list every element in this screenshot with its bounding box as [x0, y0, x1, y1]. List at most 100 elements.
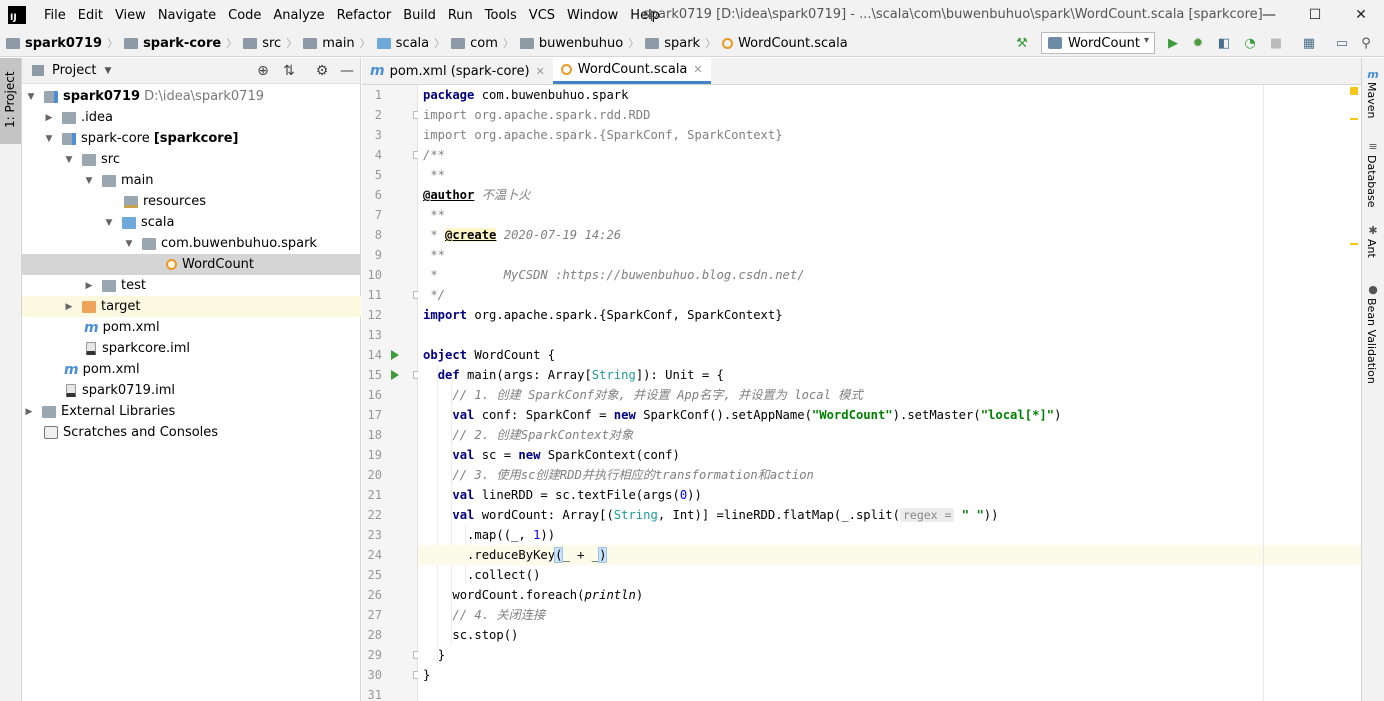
coverage-icon[interactable]: ◧: [1215, 34, 1233, 52]
database-tool-tab[interactable]: Database: [1365, 155, 1378, 208]
tab-pom-xml[interactable]: m pom.xml (spark-core) ✕: [362, 58, 553, 84]
menu-code[interactable]: Code: [222, 8, 267, 23]
bean-validation-icon: ●: [1368, 283, 1378, 296]
close-window-button[interactable]: ✕: [1338, 0, 1384, 30]
search-icon[interactable]: ⚲: [1357, 34, 1375, 52]
line-number: 25: [367, 568, 382, 582]
line-number: 1: [374, 88, 382, 102]
crumb-file[interactable]: WordCount.scala: [716, 36, 848, 51]
project-panel-title[interactable]: Project: [52, 63, 96, 78]
tree-item-scala[interactable]: ▼ scala: [22, 212, 361, 233]
crumb-spark[interactable]: spark 〉: [639, 35, 716, 51]
code-line: val lineRDD = sc.textFile(args(0)): [452, 488, 702, 502]
menu-build[interactable]: Build: [397, 8, 442, 23]
chevron-right-icon[interactable]: ▶: [44, 113, 54, 123]
crumb-project[interactable]: spark0719 〉: [0, 35, 118, 51]
crumb-scala[interactable]: scala 〉: [371, 35, 445, 51]
crumb-src[interactable]: src 〉: [237, 35, 297, 51]
database-icon: ≡: [1368, 140, 1378, 153]
code-line: val sc = new SparkContext(conf): [452, 448, 680, 462]
maximize-button[interactable]: ☐: [1292, 0, 1338, 30]
chevron-right-icon[interactable]: ▶: [24, 407, 34, 417]
tab-wordcount-scala[interactable]: WordCount.scala ✕: [552, 58, 711, 84]
tree-item-sparkcore-iml[interactable]: sparkcore.iml: [22, 338, 361, 359]
line-number: 19: [367, 448, 382, 462]
tree-item-package[interactable]: ▼ com.buwenbuhuo.spark: [22, 233, 361, 254]
menu-refactor[interactable]: Refactor: [331, 8, 398, 23]
crumb-module[interactable]: spark-core 〉: [118, 35, 237, 51]
line-number: 23: [367, 528, 382, 542]
chevron-down-icon[interactable]: ▼: [104, 66, 111, 76]
close-icon[interactable]: ✕: [693, 63, 702, 76]
chevron-down-icon[interactable]: ▼: [26, 92, 36, 102]
crumb-com[interactable]: com 〉: [445, 35, 514, 51]
folder-icon: [303, 37, 318, 49]
chevron-down-icon[interactable]: ▼: [44, 134, 54, 144]
chevron-down-icon[interactable]: ▼: [64, 155, 74, 165]
tree-item-wordcount[interactable]: WordCount: [22, 254, 361, 275]
error-stripe-mark[interactable]: [1350, 243, 1358, 245]
window-title: spark0719 [D:\idea\spark0719] - ...\scal…: [643, 7, 1263, 22]
build-hammer-icon[interactable]: ⚒: [1013, 34, 1031, 52]
maven-tool-tab[interactable]: Maven: [1365, 82, 1378, 118]
tree-item-spark-core[interactable]: ▼ spark-core [sparkcore]: [22, 128, 361, 149]
menu-file[interactable]: File: [38, 8, 72, 23]
stop-icon[interactable]: ■: [1267, 34, 1285, 52]
collapse-all-icon[interactable]: ⇅: [281, 63, 297, 79]
module-folder-icon: [44, 90, 58, 103]
chevron-down-icon[interactable]: ▼: [84, 176, 94, 186]
tree-item-src[interactable]: ▼ src: [22, 149, 361, 170]
error-stripe-mark[interactable]: [1350, 118, 1358, 120]
tree-item-idea[interactable]: ▶ .idea: [22, 107, 361, 128]
menu-vcs[interactable]: VCS: [523, 8, 561, 23]
ant-tool-tab[interactable]: Ant: [1365, 239, 1378, 258]
menu-window[interactable]: Window: [561, 8, 624, 23]
terminal-icon[interactable]: ▭: [1333, 34, 1351, 52]
chevron-down-icon[interactable]: ▼: [104, 218, 114, 228]
chevron-right-icon[interactable]: ▶: [64, 302, 74, 312]
scratches-icon: [44, 426, 58, 439]
hide-panel-icon[interactable]: —: [339, 63, 355, 79]
crumb-buwenbuhuo[interactable]: buwenbuhuo 〉: [514, 35, 639, 51]
line-number: 18: [367, 428, 382, 442]
menu-view[interactable]: View: [109, 8, 152, 23]
tree-item-pom-module[interactable]: m pom.xml: [22, 317, 361, 338]
tree-item-main[interactable]: ▼ main: [22, 170, 361, 191]
profile-icon[interactable]: ◔: [1241, 34, 1259, 52]
menu-tools[interactable]: Tools: [479, 8, 523, 23]
run-icon[interactable]: ▶: [1164, 34, 1182, 52]
warning-marker-icon[interactable]: [1350, 87, 1358, 95]
menu-run[interactable]: Run: [442, 8, 479, 23]
tree-item-spark0719-iml[interactable]: spark0719.iml: [22, 380, 361, 401]
tree-item-resources[interactable]: resources: [22, 191, 361, 212]
menu-analyze[interactable]: Analyze: [267, 8, 330, 23]
resources-folder-icon: [124, 195, 138, 208]
tree-item-scratches[interactable]: Scratches and Consoles: [22, 422, 361, 443]
tree-item-spark0719[interactable]: ▼ spark0719 D:\idea\spark0719: [22, 86, 361, 107]
line-number: 31: [367, 688, 382, 701]
tree-item-external-libraries[interactable]: ▶ External Libraries: [22, 401, 361, 422]
menu-edit[interactable]: Edit: [72, 8, 109, 23]
minimize-button[interactable]: —: [1246, 0, 1292, 30]
run-config-select[interactable]: WordCount ▾: [1041, 32, 1155, 54]
crumb-main[interactable]: main 〉: [297, 35, 371, 51]
run-gutter-icon[interactable]: [391, 350, 399, 360]
gear-icon[interactable]: ⚙: [314, 63, 330, 79]
maven-file-icon: m: [64, 361, 79, 378]
tree-item-target[interactable]: ▶ target: [22, 296, 361, 317]
tree-item-pom-root[interactable]: m pom.xml: [22, 359, 361, 380]
locate-icon[interactable]: ⊕: [255, 63, 271, 79]
menu-navigate[interactable]: Navigate: [152, 8, 222, 23]
close-icon[interactable]: ✕: [536, 65, 545, 78]
run-gutter-icon[interactable]: [391, 370, 399, 380]
chevron-right-icon[interactable]: ▶: [84, 281, 94, 291]
tree-item-test[interactable]: ▶ test: [22, 275, 361, 296]
module-folder-icon: [62, 132, 76, 145]
code-editor[interactable]: package com.buwenbuhuo.spark import org.…: [418, 85, 1361, 701]
project-tool-tab[interactable]: 1: Project: [0, 58, 21, 144]
bean-validation-tool-tab[interactable]: Bean Validation: [1365, 298, 1378, 384]
project-structure-icon[interactable]: ▦: [1300, 34, 1318, 52]
chevron-down-icon[interactable]: ▼: [124, 239, 134, 249]
maven-icon: m: [1367, 68, 1379, 81]
debug-icon[interactable]: ✹: [1189, 34, 1207, 52]
